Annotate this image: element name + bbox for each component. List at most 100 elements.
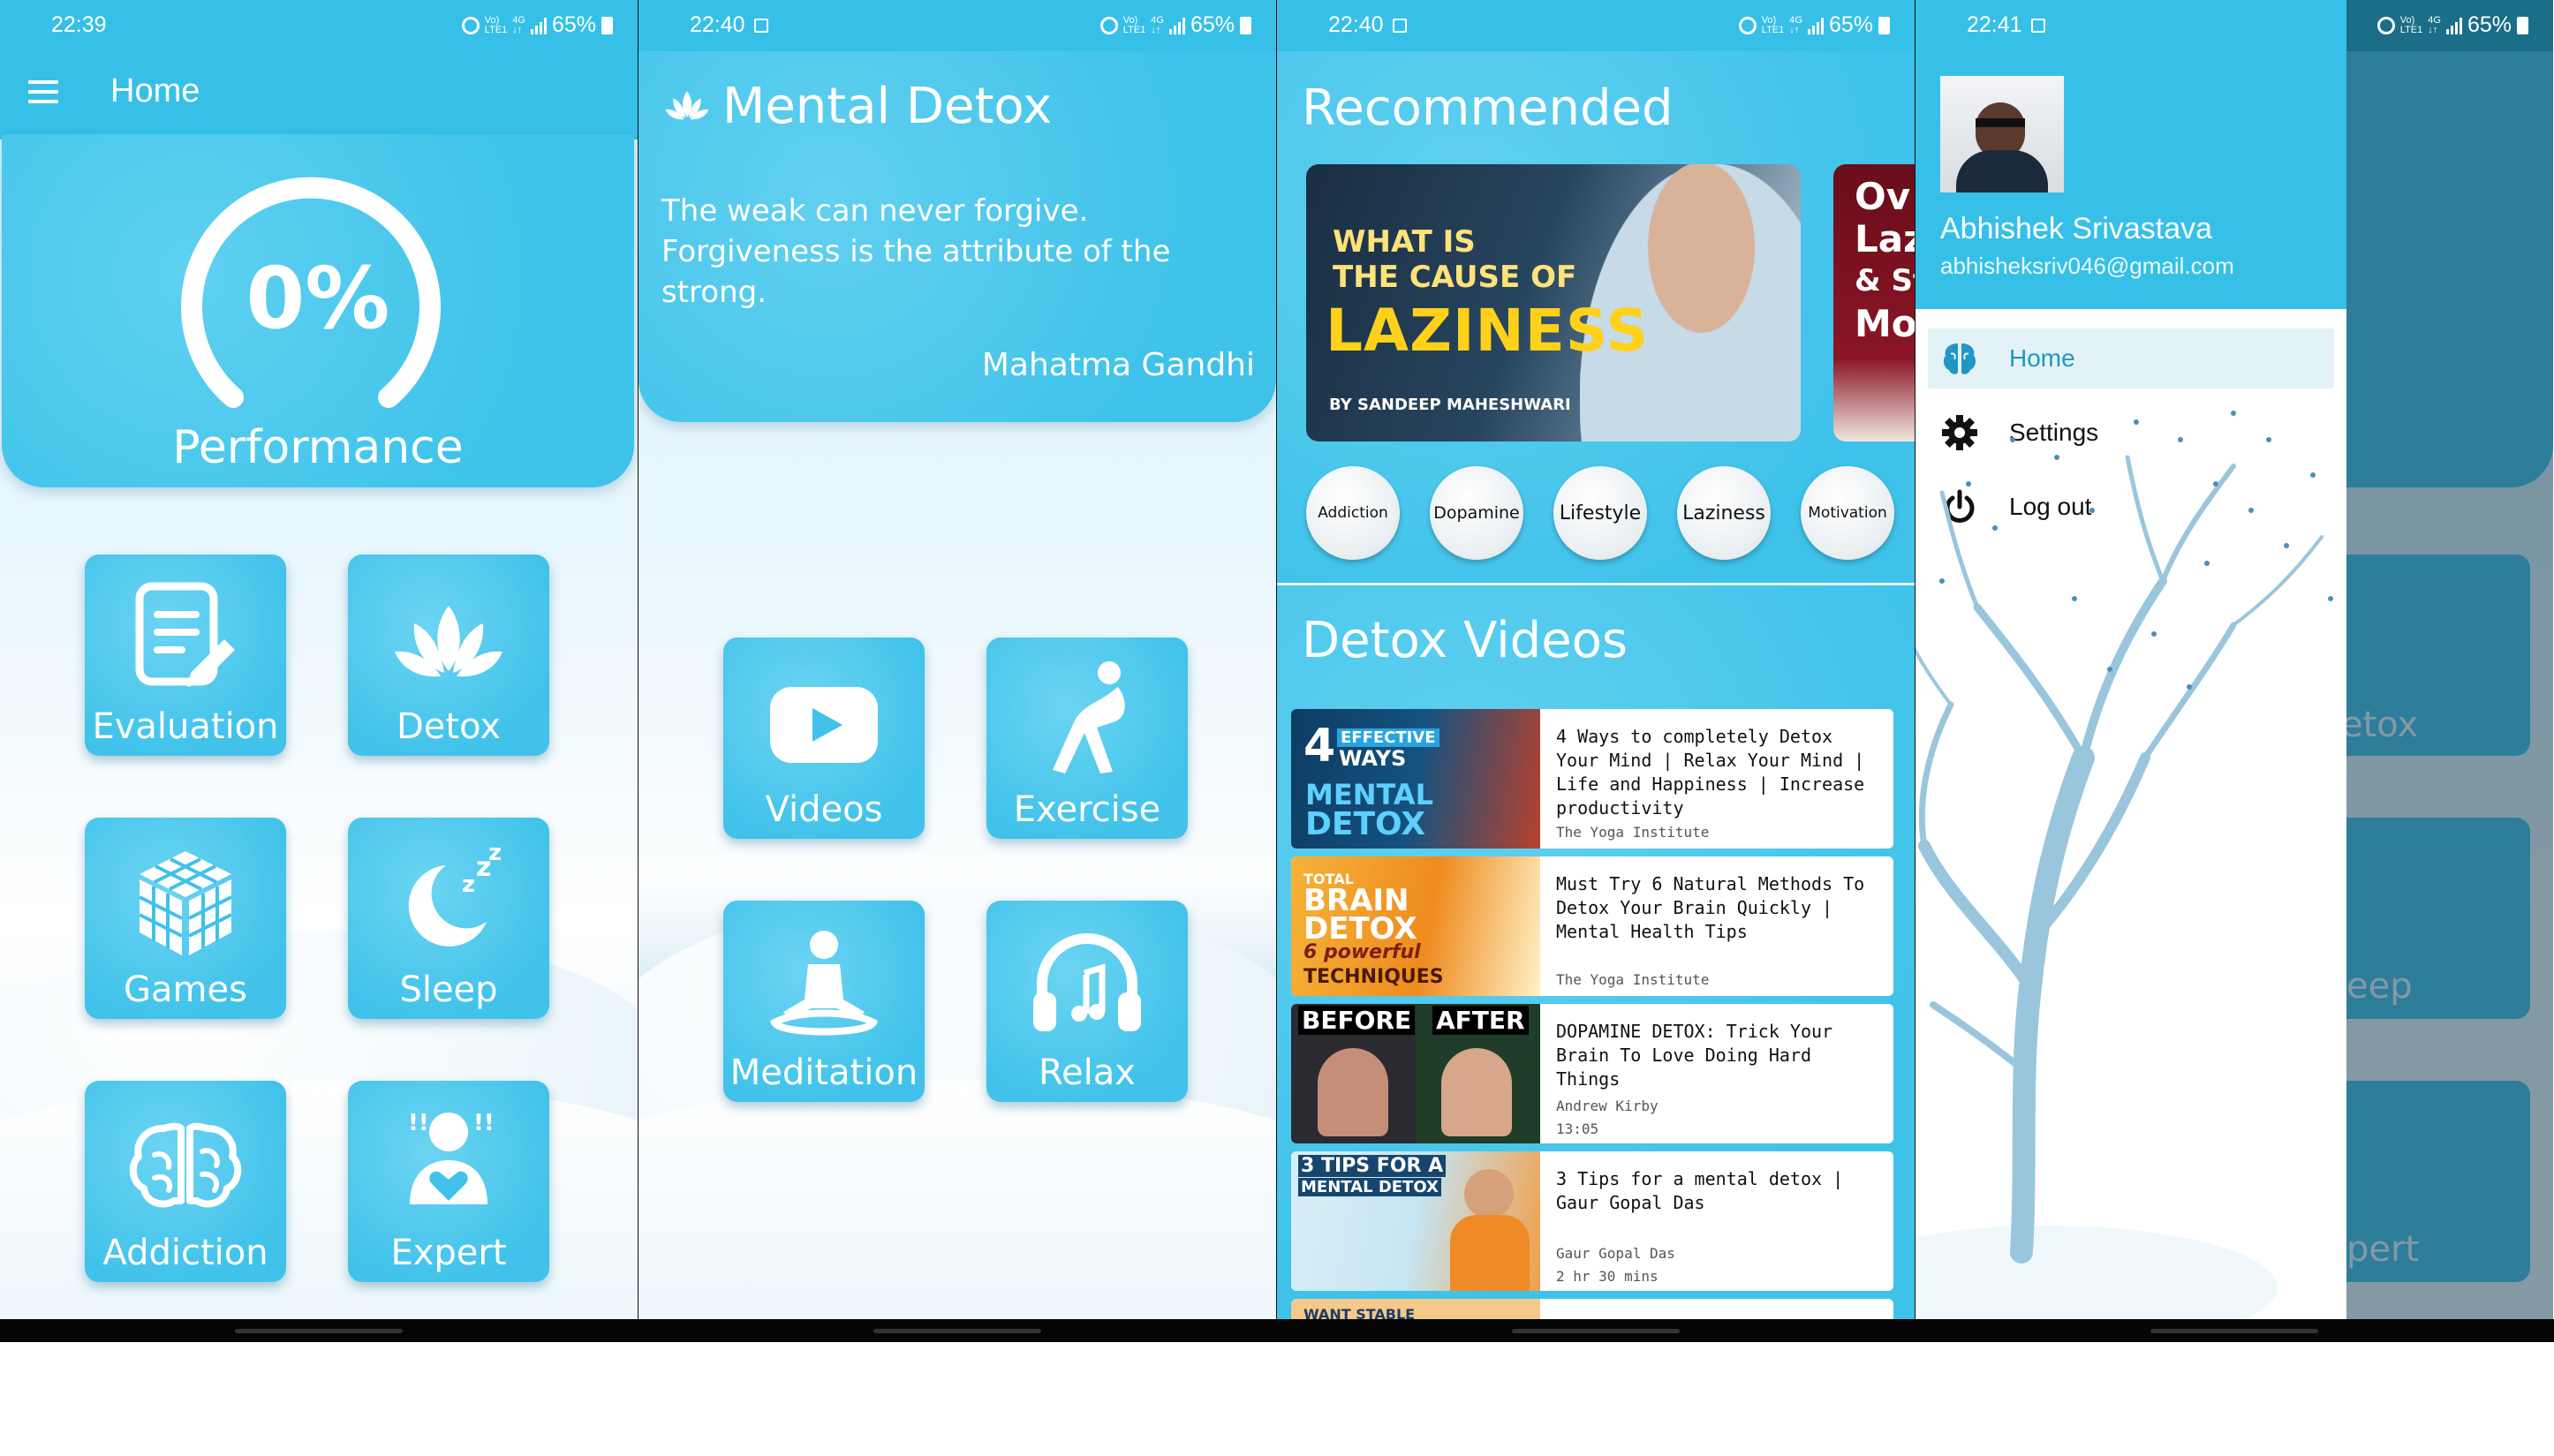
thumbnail-text: WANT STABLE — [1303, 1306, 1416, 1319]
svg-text:z: z — [488, 846, 502, 866]
tile-exercise[interactable]: Exercise — [986, 637, 1188, 839]
moon-zzz-icon: z z z — [408, 846, 502, 947]
battery-icon — [1878, 16, 1890, 34]
svg-text:!!: !! — [473, 1110, 495, 1136]
winter-tree-illustration — [1916, 411, 2333, 1319]
chip-dopamine[interactable]: Dopamine — [1430, 466, 1523, 560]
video-channel: The Yoga Institute — [1556, 971, 1710, 988]
signal-icon — [530, 17, 547, 34]
thumbnail-text: EFFECTIVE — [1337, 728, 1439, 747]
avatar[interactable] — [1940, 76, 2064, 192]
4g-icon: 4G ↓↑ — [1789, 14, 1802, 35]
avatar-glasses — [1976, 118, 2025, 127]
status-bar: 22:40 Vo) LTE1 4G ↓↑ 65% — [638, 0, 1276, 51]
thumbnail-text: BEFORE — [1298, 1006, 1416, 1035]
video-card[interactable]: BEFORE AFTER DOPAMINE DETOX: Trick Your … — [1291, 1004, 1893, 1143]
tile-sleep[interactable]: z z z Sleep — [348, 818, 549, 1019]
video-title: DOPAMINE DETOX: Trick Your Brain To Love… — [1556, 1021, 1833, 1090]
status-time: 22:41 — [1967, 12, 2045, 38]
video-duration: 13:05 — [1556, 1120, 1599, 1137]
video-card[interactable]: 3 TIPS FOR A MENTAL DETOX 3 Tips for a m… — [1291, 1151, 1893, 1291]
status-time: 22:40 — [690, 12, 768, 38]
video-thumbnail: 4 EFFECTIVE WAYS MENTAL DETOX — [1291, 709, 1540, 849]
thumbnail-text: Mot — [1855, 302, 1915, 345]
alarm-icon — [1738, 16, 1757, 34]
scrim-overlay[interactable] — [2346, 0, 2553, 1319]
thumbnail-byline: BY SANDEEP MAHESHWARI — [1329, 396, 1571, 414]
page-title: Home — [110, 72, 200, 109]
thumbnail-text: Laz — [1855, 217, 1915, 260]
user-name: Abhishek Srivastava — [1940, 212, 2213, 245]
status-icons: Vo) LTE1 4G ↓↑ 65% — [461, 12, 613, 38]
lotus-icon — [395, 606, 502, 677]
image-notification-icon — [753, 19, 768, 33]
home-gesture-handle[interactable] — [2150, 1329, 2318, 1333]
tile-label: Videos — [765, 789, 883, 830]
performance-value: 0% — [246, 249, 390, 348]
video-card-partial[interactable]: WANT STABLE — [1291, 1299, 1893, 1319]
thumbnail-text: TECHNIQUES — [1303, 966, 1444, 988]
tile-label: Addiction — [102, 1233, 268, 1273]
video-thumbnail: TOTAL BRAIN DETOX 6 powerful TECHNIQUES — [1291, 856, 1540, 996]
page-title: Mental Detox — [722, 78, 1053, 135]
status-icons: Vo) LTE1 4G ↓↑ 65% — [1738, 12, 1890, 38]
volte-icon: Vo) LTE1 — [2399, 14, 2423, 35]
hamburger-menu-icon[interactable] — [28, 80, 58, 103]
tile-addiction[interactable]: Addiction — [85, 1081, 286, 1282]
battery-icon — [601, 16, 613, 34]
tile-label: Evaluation — [92, 706, 279, 747]
battery-icon — [2517, 16, 2528, 34]
tile-label: Meditation — [729, 1052, 918, 1093]
recommended-section: Recommended WHAT IS THE CAUSE OF LAZINES… — [1277, 51, 1915, 583]
volte-icon: Vo) LTE1 — [1122, 14, 1146, 35]
battery-icon — [1240, 16, 1251, 34]
home-gesture-handle[interactable] — [873, 1329, 1041, 1333]
thumbnail-text: MENTAL DETOX — [1298, 1178, 1441, 1196]
thumbnail-text: AFTER — [1432, 1006, 1529, 1035]
svg-text:!!: !! — [408, 1110, 429, 1136]
tile-games[interactable]: Games — [85, 818, 286, 1019]
tile-videos[interactable]: Videos — [723, 637, 925, 839]
tile-relax[interactable]: Relax — [986, 901, 1188, 1102]
chip-lifestyle[interactable]: Lifestyle — [1553, 466, 1647, 560]
video-card[interactable]: 4 EFFECTIVE WAYS MENTAL DETOX 4 Ways to … — [1291, 709, 1893, 849]
brain-icon — [129, 1122, 242, 1208]
video-title: 4 Ways to completely Detox Your Mind | R… — [1556, 726, 1865, 819]
video-duration: 2 hr 30 mins — [1556, 1268, 1659, 1285]
home-gesture-handle[interactable] — [1512, 1329, 1680, 1333]
tile-expert[interactable]: !! !! Expert — [348, 1081, 549, 1282]
tile-label: Exercise — [1013, 789, 1161, 830]
status-bar: 22:39 Vo) LTE1 4G ↓↑ 65% — [0, 0, 638, 51]
chip-motivation[interactable]: Motivation — [1801, 466, 1894, 560]
tile-meditation[interactable]: Meditation — [723, 901, 925, 1102]
featured-video-thumbnail[interactable]: WHAT IS THE CAUSE OF LAZINESS BY SANDEEP… — [1306, 164, 1801, 441]
tile-label: Relax — [1039, 1052, 1136, 1093]
before-face-image — [1318, 1048, 1388, 1136]
performance-card[interactable]: 0% Performance — [2, 134, 634, 487]
video-thumbnail: BEFORE AFTER — [1291, 1004, 1540, 1143]
drawer-item-home[interactable]: Home — [1928, 328, 2334, 389]
home-gesture-handle[interactable] — [235, 1329, 403, 1333]
tile-evaluation[interactable]: Evaluation — [85, 554, 286, 756]
performance-label: Performance — [172, 421, 464, 474]
image-notification-icon — [1392, 19, 1407, 33]
recommended-title: Recommended — [1302, 79, 1674, 137]
chip-addiction[interactable]: Addiction — [1306, 466, 1400, 560]
detox-videos-title: Detox Videos — [1302, 612, 1628, 669]
avatar-body — [1956, 150, 2048, 192]
svg-text:z: z — [462, 871, 475, 898]
quote-author: Mahatma Gandhi — [981, 347, 1255, 383]
tile-label: Sleep — [399, 969, 498, 1010]
signal-icon — [1168, 17, 1185, 34]
volte-icon: Vo) LTE1 — [484, 14, 508, 35]
status-time-text: 22:41 — [1967, 12, 2022, 37]
thumbnail-text: LAZINESS — [1326, 297, 1649, 365]
thumbnail-text: Ov — [1855, 175, 1911, 218]
second-video-thumbnail[interactable]: Ov Laz & St Mot — [1833, 164, 1915, 441]
chip-laziness[interactable]: Laziness — [1677, 466, 1771, 560]
video-channel: The Yoga Institute — [1556, 824, 1710, 841]
quote-text: The weak can never forgive. Forgiveness … — [661, 193, 1171, 310]
tile-label: Detox — [396, 706, 501, 747]
tile-detox[interactable]: Detox — [348, 554, 549, 756]
video-card[interactable]: TOTAL BRAIN DETOX 6 powerful TECHNIQUES … — [1291, 856, 1893, 996]
